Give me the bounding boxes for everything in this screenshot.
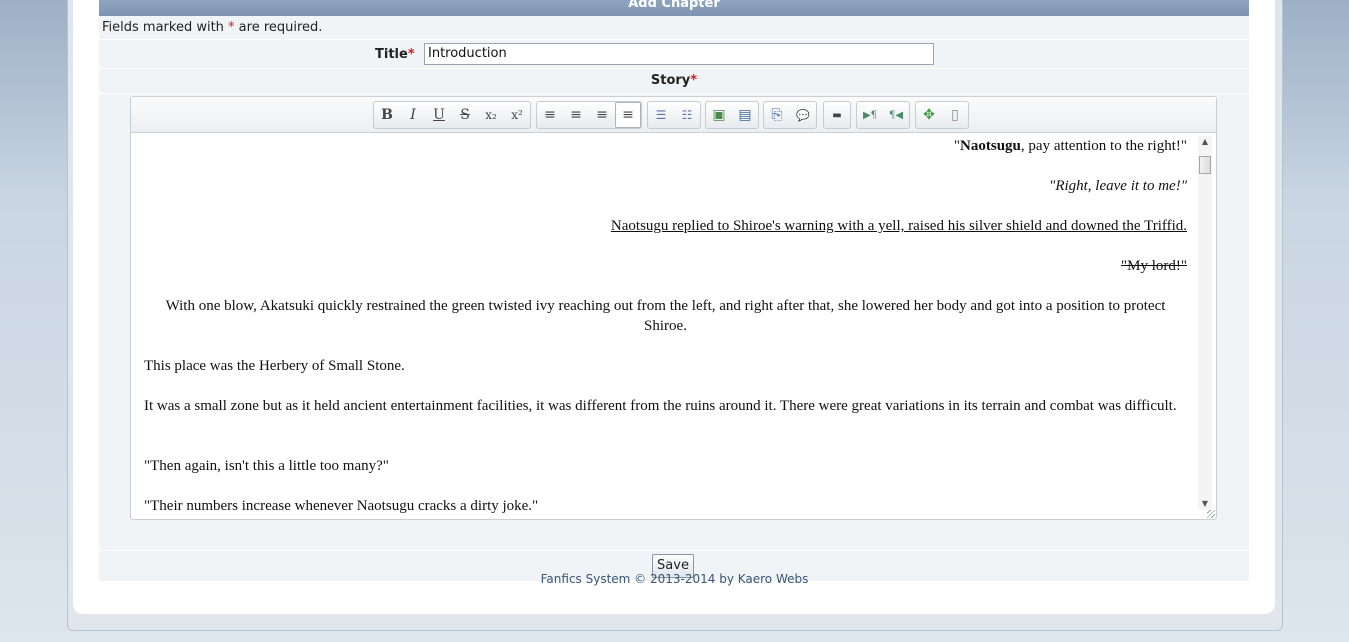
story-paragraph: It was a small zone but as it held ancie… <box>144 398 1177 414</box>
add-chapter-form: Add Chapter Fields marked with * are req… <box>99 0 1249 582</box>
align-right-icon[interactable]: ≡ <box>589 102 615 128</box>
superscript-icon[interactable]: x² <box>504 102 530 128</box>
alignment-group: ≡ ≡ ≡ ≡ <box>536 101 642 129</box>
insert-media-icon[interactable]: ▤ <box>732 102 758 128</box>
bulleted-list-icon[interactable]: ☰ <box>648 102 674 128</box>
title-label-text: Title <box>375 47 408 62</box>
story-label: Story <box>650 73 691 88</box>
align-center-icon[interactable]: ≡ <box>563 102 589 128</box>
title-input[interactable]: Introduction <box>424 43 934 65</box>
view-group: ✥ ▯ <box>915 101 969 129</box>
required-note-prefix: Fields marked with <box>102 20 229 35</box>
story-paragraph: "Right, leave it to me!" <box>1049 178 1187 194</box>
form-header: Add Chapter <box>99 0 1249 16</box>
editor-scrollbar[interactable]: ▲ ▼ <box>1198 136 1212 510</box>
horizontal-rule-icon[interactable]: ▬ <box>824 102 850 128</box>
required-note: Fields marked with * are required. <box>99 16 1249 40</box>
story-paragraph: "My lord!" <box>1121 258 1187 274</box>
required-note-suffix: are required. <box>234 20 323 35</box>
direction-group: ▶¶ ¶◀ <box>856 101 910 129</box>
resize-grip-icon[interactable] <box>1207 510 1215 518</box>
editor-content[interactable]: "Naotsugu, pay attention to the right!" … <box>131 134 1195 518</box>
insert-group: ▣ ▤ <box>705 101 759 129</box>
story-paragraph: With one blow, Akatsuki quickly restrain… <box>165 298 1166 334</box>
text-style-group: B I U S x₂ x² <box>373 101 531 129</box>
form-title: Add Chapter <box>628 0 720 11</box>
paragraph-text: , pay attention to the right!" <box>1020 138 1187 154</box>
rich-text-editor: B I U S x₂ x² ≡ ≡ ≡ ≡ ☰ ☷ ▣ ▤ ⎘ 💬 ▬ ▶¶ ¶… <box>130 96 1217 520</box>
comment-icon[interactable]: 💬 <box>790 102 816 128</box>
story-paragraph: "Their numbers increase whenever Naotsug… <box>144 498 539 514</box>
subscript-icon[interactable]: x₂ <box>478 102 504 128</box>
source-icon[interactable]: ▯ <box>942 102 968 128</box>
justify-icon[interactable]: ≡ <box>615 102 641 128</box>
story-paragraph: Naotsugu replied to Shiroe's warning wit… <box>610 218 1187 234</box>
scroll-down-icon[interactable]: ▼ <box>1198 498 1212 510</box>
maximize-icon[interactable]: ✥ <box>916 102 942 128</box>
rtl-icon[interactable]: ¶◀ <box>883 102 909 128</box>
bold-name: Naotsugu <box>960 138 1021 154</box>
clipboard-group: ⎘ 💬 <box>763 101 817 129</box>
list-group: ☰ ☷ <box>647 101 701 129</box>
story-paragraph: This place was the Herbery of Small Ston… <box>144 358 405 374</box>
scroll-up-icon[interactable]: ▲ <box>1198 136 1212 148</box>
story-label-row: Story* <box>99 69 1249 94</box>
title-row: Title* Introduction <box>99 40 1249 69</box>
story-required-star: * <box>690 73 698 88</box>
story-paragraph: "Then again, isn't this a little too man… <box>144 458 389 474</box>
editor-toolbar: B I U S x₂ x² ≡ ≡ ≡ ≡ ☰ ☷ ▣ ▤ ⎘ 💬 ▬ ▶¶ ¶… <box>131 97 1216 133</box>
rule-group: ▬ <box>823 101 851 129</box>
bold-icon[interactable]: B <box>374 102 400 128</box>
italic-icon[interactable]: I <box>400 102 426 128</box>
story-paragraph: "Naotsugu, pay attention to the right!" <box>144 136 1187 156</box>
ltr-icon[interactable]: ▶¶ <box>857 102 883 128</box>
underline-icon[interactable]: U <box>426 102 452 128</box>
strikethrough-icon[interactable]: S <box>452 102 478 128</box>
title-label: Title* <box>375 47 415 62</box>
editor-row: B I U S x₂ x² ≡ ≡ ≡ ≡ ☰ ☷ ▣ ▤ ⎘ 💬 ▬ ▶¶ ¶… <box>99 94 1249 551</box>
paste-icon[interactable]: ⎘ <box>764 102 790 128</box>
insert-image-icon[interactable]: ▣ <box>706 102 732 128</box>
scroll-thumb[interactable] <box>1199 156 1211 174</box>
align-left-icon[interactable]: ≡ <box>537 102 563 128</box>
numbered-list-icon[interactable]: ☷ <box>674 102 700 128</box>
footer-text: Fanfics System © 2013-2014 by Kaero Webs <box>540 572 809 586</box>
title-required-star: * <box>407 47 415 62</box>
